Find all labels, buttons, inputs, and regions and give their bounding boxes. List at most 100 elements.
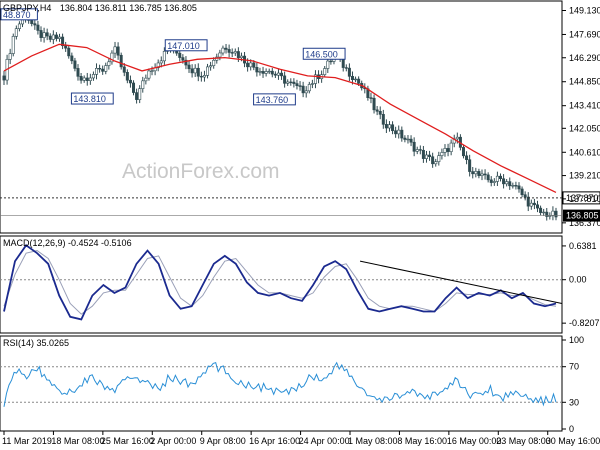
candle-body <box>384 124 388 129</box>
candle-body <box>477 171 481 176</box>
candle-body <box>67 47 71 57</box>
candle-body <box>33 23 37 26</box>
candle-body <box>505 181 509 185</box>
candle-body <box>101 68 105 72</box>
candle-body <box>292 81 296 84</box>
candle-body <box>298 85 302 87</box>
candle-body <box>350 76 354 81</box>
candle-body <box>301 85 305 94</box>
candle-body <box>471 171 475 175</box>
candle-body <box>212 59 216 66</box>
candle-body <box>434 161 438 165</box>
price-axis-tick-label: 136.370 <box>569 218 600 228</box>
candle-body <box>535 204 539 209</box>
candle-body <box>76 68 80 77</box>
candle-body <box>196 67 200 77</box>
price-axis-tick-label: 137.810 <box>569 194 600 204</box>
time-axis-tick-label: 8 May 16:00 <box>397 436 447 446</box>
rsi-panel: RSI(14) 35.0265 100 70 30 0 <box>0 335 584 434</box>
candle-body <box>135 92 139 100</box>
time-axis-tick-label: 2 Apr 00:00 <box>150 436 196 446</box>
candle-body <box>54 34 58 39</box>
candle-body <box>119 54 123 68</box>
time-axis-tick-label: 30 May 16:00 <box>546 436 600 446</box>
candle-body <box>406 138 410 141</box>
time-axis-tick-label: 16 May 00:00 <box>447 436 502 446</box>
price-panel: ActionForex.com 137.870136.80548.870143.… <box>0 0 600 234</box>
price-axis-tick-label: 149.130 <box>569 5 600 15</box>
candle-body <box>144 77 148 82</box>
candle-body <box>357 78 361 84</box>
candle-body <box>246 62 250 68</box>
rsi-title: RSI(14) 35.0265 <box>3 338 69 348</box>
candle-body <box>424 154 428 159</box>
candle-body <box>193 67 197 74</box>
candle-body <box>261 71 265 74</box>
candle-body <box>141 80 145 89</box>
candle-body <box>372 97 376 111</box>
chart-root: ActionForex.com 137.870136.80548.870143.… <box>0 0 600 446</box>
rsi-panel-frame <box>0 335 563 432</box>
candle-body <box>465 155 469 161</box>
candle-body <box>36 24 40 31</box>
candle-body <box>239 55 243 59</box>
candle-body <box>98 67 102 70</box>
candle-body <box>514 185 518 187</box>
candle-body <box>132 82 136 93</box>
symbol-label: GBPJPY,H4 136.804 136.811 136.785 136.80… <box>3 3 197 13</box>
candle-body <box>486 174 490 181</box>
candle-body <box>304 90 308 94</box>
time-axis-tick-label: 16 Apr 16:00 <box>249 436 300 446</box>
candle-body <box>480 173 484 176</box>
candle-body <box>517 185 521 190</box>
candle-body <box>344 67 348 69</box>
candle-body <box>252 62 256 68</box>
candle-body <box>258 71 262 73</box>
candle-body <box>400 129 404 139</box>
candle-body <box>289 81 293 84</box>
candle-body <box>329 60 333 63</box>
candle-body <box>520 188 524 196</box>
candle-body <box>498 175 502 180</box>
price-annotation: 143.760 <box>253 93 296 106</box>
candle-body <box>17 23 21 29</box>
price-axis-tick-label: 143.410 <box>569 101 600 111</box>
price-annotation: 147.010 <box>164 39 208 52</box>
candle-body <box>190 68 194 74</box>
candle-body <box>502 178 506 185</box>
candle-body <box>391 124 395 132</box>
candle-body <box>409 138 413 143</box>
candle-body <box>421 149 425 159</box>
candle-body <box>440 152 444 156</box>
candle-body <box>446 148 450 152</box>
price-annotation: 146.500 <box>302 47 346 60</box>
candle-body <box>551 210 555 216</box>
candle-body <box>276 72 280 76</box>
candle-body <box>48 35 52 40</box>
candle-body <box>326 60 330 69</box>
candle-body <box>508 181 512 187</box>
candle-body <box>209 65 213 68</box>
candle-body <box>88 77 92 81</box>
candle-body <box>437 155 441 162</box>
candle-body <box>354 78 358 81</box>
price-annotation-label: 147.010 <box>167 41 200 51</box>
candle-body <box>323 68 327 75</box>
candle-body <box>2 75 6 81</box>
candle-body <box>394 130 398 135</box>
candle-body <box>224 47 228 50</box>
candle-body <box>42 32 46 38</box>
candle-body <box>116 46 120 56</box>
candle-body <box>104 65 108 72</box>
candle-body <box>492 181 496 183</box>
candle-body <box>162 51 166 62</box>
candle-body <box>45 32 49 37</box>
time-axis-tick-label: 25 Mar 16:00 <box>101 436 154 446</box>
candle-body <box>369 97 373 99</box>
candle-body <box>138 88 142 100</box>
macd-axis-tick-label: 0.6381 <box>569 241 597 251</box>
candle-body <box>159 60 163 64</box>
candle-body <box>91 74 95 79</box>
candle-body <box>227 49 231 53</box>
candle-body <box>230 52 234 54</box>
